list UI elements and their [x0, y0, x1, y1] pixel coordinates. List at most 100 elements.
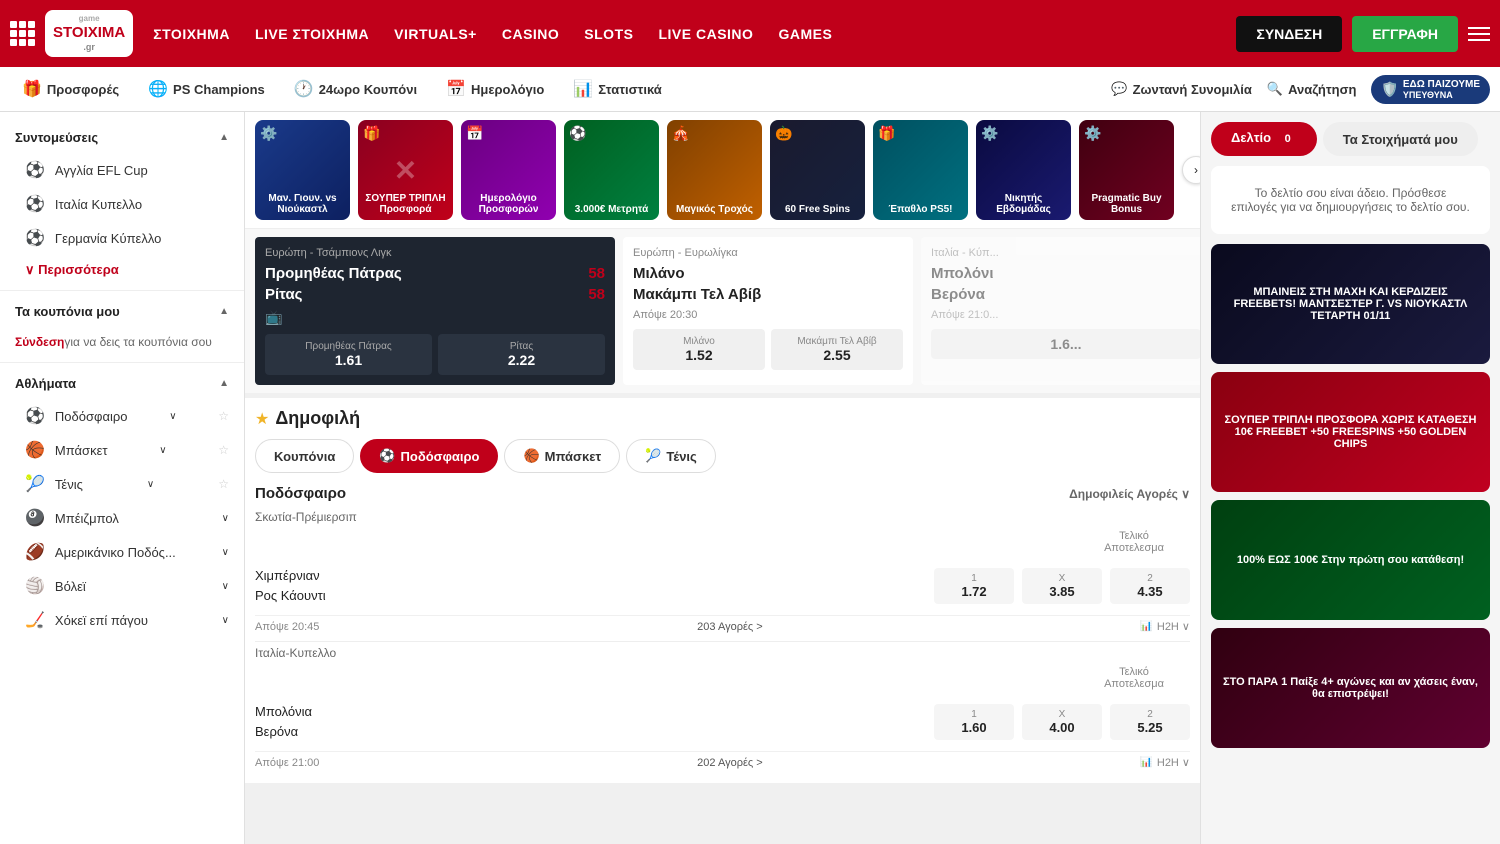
sidebar-item-american-football[interactable]: 🏈 Αμερικάνικο Ποδός... ∨	[0, 535, 244, 569]
sidebar-item-volleyball[interactable]: 🏐 Βόλεϊ ∨	[0, 569, 244, 603]
promo-card-5[interactable]: 🎃 60 Free Spins	[770, 120, 865, 220]
betslip-tab-my-bets[interactable]: Τα Στοιχήματά μου	[1323, 122, 1478, 156]
expand-arrow-icon: ∨	[222, 615, 229, 626]
hamburger-menu-icon[interactable]	[1468, 27, 1490, 41]
live-chat-button[interactable]: 💬 Ζωντανή Συνομιλία	[1111, 81, 1252, 97]
athletics-header[interactable]: Αθλήματα ▲	[0, 368, 244, 399]
register-button[interactable]: ΕΓΓΡΑΦΗ	[1352, 16, 1458, 52]
right-promo-2[interactable]: 100% ΕΩΣ 100€ Στην πρώτη σου κατάθεση!	[1211, 500, 1490, 620]
odd-1-match1[interactable]: 1 1.60	[934, 704, 1014, 740]
sidebar-item-football[interactable]: ⚽ Ποδόσφαιρο ∨ ☆	[0, 399, 244, 433]
nav-games[interactable]: GAMES	[778, 26, 832, 42]
sidebar-coupons-text: Σύνδεσηγια να δεις τα κουπόνια σου	[0, 327, 244, 357]
markets-dropdown[interactable]: Δημοφιλείς Αγορές ∨	[1069, 487, 1190, 501]
tab-tennis[interactable]: 🎾 Τένις	[626, 439, 716, 473]
ice-hockey-icon: 🏒	[25, 610, 45, 630]
nav-live[interactable]: LIVE ΣΤΟΙΧΗΜΑ	[255, 26, 369, 42]
match-odds-row-1: Μιλάνο 1.52 Μακάμπι Τελ Αβίβ 2.55	[633, 329, 903, 370]
tennis-tab-icon: 🎾	[645, 448, 661, 464]
promo-card-8[interactable]: ⚙️ Pragmatic Buy Bonus	[1079, 120, 1174, 220]
football-icon: ⚽	[25, 228, 45, 248]
site-logo[interactable]: game STOIXIMA .gr	[45, 10, 133, 56]
match-card-upcoming-1: Ευρώπη - Ευρωλίγκα Μιλάνο Μακάμπι Τελ Αβ…	[623, 237, 913, 385]
favorite-icon[interactable]: ☆	[218, 409, 229, 423]
match-block-0: Σκωτία-Πρέμιερσιπ Τελικό Αποτελεσμα Χιμπ…	[255, 510, 1190, 637]
login-button[interactable]: ΣΥΝΔΕΣΗ	[1236, 16, 1342, 52]
nav-live-casino[interactable]: LIVE CASINO	[658, 26, 753, 42]
grid-menu-icon[interactable]	[10, 21, 35, 46]
promo-card-7[interactable]: ⚙️ Νικητής Εβδομάδας	[976, 120, 1071, 220]
nav-slots[interactable]: SLOTS	[584, 26, 633, 42]
responsible-gambling-badge[interactable]: 🛡️ ΕΔΩ ΠΑΙΖΟΥΜΕ ΥΠΕΥΘΥΝΑ	[1371, 75, 1490, 104]
odd-1-match0[interactable]: 1 1.72	[934, 568, 1014, 604]
right-promo-0[interactable]: ΜΠΑΙΝΕΙΣ ΣΤΗ ΜΑΧΗ ΚΑΙ ΚΕΡΔΙΖΕΙΣ FREEBETS…	[1211, 244, 1490, 364]
markets-count-1[interactable]: 202 Αγορές >	[697, 757, 763, 769]
nav-promotions[interactable]: 🎁 Προσφορές	[10, 74, 131, 104]
odd-team2-0[interactable]: Ρίτας 2.22	[438, 334, 605, 375]
odd-2-match1[interactable]: 2 5.25	[1110, 704, 1190, 740]
promo-card-2[interactable]: 📅 Ημερολόγιο Προσφορών	[461, 120, 556, 220]
tab-basketball[interactable]: 🏀 Μπάσκετ	[504, 439, 620, 473]
nav-stoixima[interactable]: ΣΤΟΙΧΗΜΑ	[153, 26, 230, 42]
sidebar-item-germany-cup[interactable]: ⚽ Γερμανία Κύπελλο	[0, 221, 244, 255]
sidebar-login-link[interactable]: Σύνδεση	[15, 335, 64, 349]
nav-statistics[interactable]: 📊 Στατιστικά	[561, 74, 673, 104]
odd-team1-0[interactable]: Προμηθέας Πάτρας 1.61	[265, 334, 432, 375]
nav-virtuals[interactable]: VIRTUALS+	[394, 26, 477, 42]
basketball-icon: 🏀	[25, 440, 45, 460]
football-icon: ⚽	[25, 160, 45, 180]
match-time-display-0: Απόψε 20:45	[255, 621, 319, 633]
league-label-0: Σκωτία-Πρέμιερσιπ	[255, 510, 1190, 524]
popular-tabs: Κουπόνια ⚽ Ποδόσφαιρο 🏀 Μπάσκετ 🎾 Τένις	[255, 439, 1190, 473]
sidebar-item-italy-cup[interactable]: ⚽ Ιταλία Κυπελλο	[0, 187, 244, 221]
shortcuts-more-link[interactable]: ∨ Περισσότερα	[0, 255, 244, 285]
promo-card-6[interactable]: 🎁 Έπαθλο PS5!	[873, 120, 968, 220]
result-labels-0: Τελικό Αποτελεσμα	[255, 530, 1190, 554]
sidebar-divider-2	[0, 362, 244, 363]
search-button[interactable]: 🔍 Αναζήτηση	[1267, 81, 1357, 97]
favorite-icon[interactable]: ☆	[218, 477, 229, 491]
right-promo-3[interactable]: ΣΤΟ ΠΑΡΑ 1 Παίξε 4+ αγώνες και αν χάσεις…	[1211, 628, 1490, 748]
promo-card-3[interactable]: ⚽ 3.000€ Μετρητά	[564, 120, 659, 220]
betslip-empty-message: Το δελτίο σου είναι άδειο. Πρόσθεσε επιλ…	[1211, 166, 1490, 234]
stats-icon: 📊	[573, 79, 593, 99]
clock-icon: 🕐	[294, 79, 314, 99]
odd-x-match0[interactable]: X 3.85	[1022, 568, 1102, 604]
american-football-icon: 🏈	[25, 542, 45, 562]
sidebar-item-basketball[interactable]: 🏀 Μπάσκετ ∨ ☆	[0, 433, 244, 467]
odd-2-match0[interactable]: 2 4.35	[1110, 568, 1190, 604]
match-time-display-1: Απόψε 21:00	[255, 757, 319, 769]
match-league-2: Ιταλία - Κύπ...	[931, 247, 1200, 259]
odd-team2-1[interactable]: Μακάμπι Τελ Αβίβ 2.55	[771, 329, 903, 370]
nav-calendar[interactable]: 📅 Ημερολόγιο	[434, 74, 556, 104]
h2h-button-0[interactable]: 📊 H2H ∨	[1140, 620, 1190, 633]
sidebar-item-ice-hockey[interactable]: 🏒 Χόκεϊ επί πάγου ∨	[0, 603, 244, 637]
betslip-tab-delta[interactable]: Δελτίο 0	[1211, 122, 1317, 156]
my-coupons-header[interactable]: Τα κουπόνια μου ▲	[0, 296, 244, 327]
promo-card-icon-3: ⚽	[569, 125, 586, 142]
promo-card-4[interactable]: 🎪 Μαγικός Τροχός	[667, 120, 762, 220]
sidebar-item-tennis[interactable]: 🎾 Τένις ∨ ☆	[0, 467, 244, 501]
promo-card-1[interactable]: 🎁 ΣΟΥΠΕΡ ΤΡΙΠΛΗ Προσφορά ✕	[358, 120, 453, 220]
odd-team1-1[interactable]: Μιλάνο 1.52	[633, 329, 765, 370]
h2h-button-1[interactable]: 📊 H2H ∨	[1140, 756, 1190, 769]
sidebar-item-england-efl[interactable]: ⚽ Αγγλία EFL Cup	[0, 153, 244, 187]
nav-24hr-coupon[interactable]: 🕐 24ωρο Κουπόνι	[282, 74, 429, 104]
promo-next-arrow[interactable]: ›	[1182, 156, 1200, 184]
tab-coupons[interactable]: Κουπόνια	[255, 439, 354, 473]
promo-card-0[interactable]: ⚙️ Μαν. Γιουν. vs Νιούκαστλ	[255, 120, 350, 220]
markets-count-0[interactable]: 203 Αγορές >	[697, 621, 763, 633]
sidebar-item-baseball[interactable]: 🎱 Μπέιζμπολ ∨	[0, 501, 244, 535]
shortcuts-header[interactable]: Συντομεύσεις ▲	[0, 122, 244, 153]
shortcuts-label: Συντομεύσεις	[15, 130, 98, 145]
nav-ps-champions[interactable]: 🌐 PS Champions	[136, 74, 277, 104]
match-divider	[255, 641, 1190, 642]
tab-football[interactable]: ⚽ Ποδόσφαιρο	[360, 439, 498, 473]
nav-casino[interactable]: CASINO	[502, 26, 559, 42]
match-odds-row-0: Προμηθέας Πάτρας 1.61 Ρίτας 2.22	[265, 334, 605, 375]
favorite-icon[interactable]: ☆	[218, 443, 229, 457]
expand-arrow-icon: ∨	[159, 445, 166, 456]
right-promo-1[interactable]: ΣΟΥΠΕΡ ΤΡΙΠΛΗ ΠΡΟΣΦΟΡΑ ΧΩΡΙΣ ΚΑΤΑΘΕΣΗ 10…	[1211, 372, 1490, 492]
odd-team1-2[interactable]: 1.6...	[931, 329, 1200, 359]
odd-x-match1[interactable]: X 4.00	[1022, 704, 1102, 740]
